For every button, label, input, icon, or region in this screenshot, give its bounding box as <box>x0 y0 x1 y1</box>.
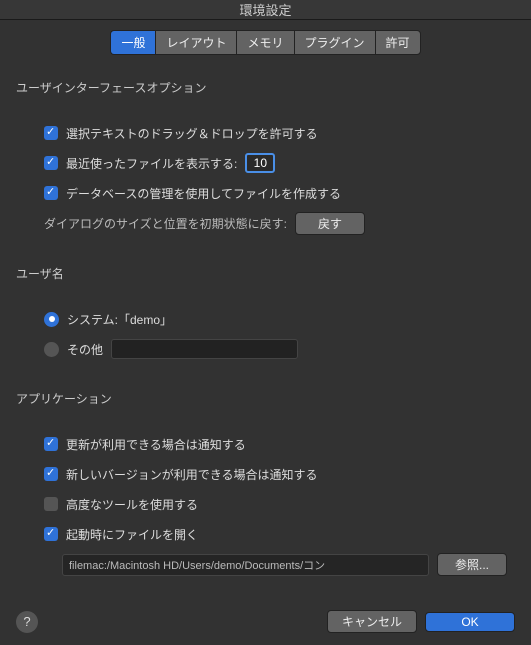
tab-plugin[interactable]: プラグイン <box>294 30 375 55</box>
input-other-user[interactable] <box>111 339 298 359</box>
label-other-user: その他 <box>67 341 103 358</box>
checkbox-db-manage[interactable] <box>44 186 58 200</box>
section-ui-title: ユーザインターフェースオプション <box>16 79 519 96</box>
label-system-user: システム:「demo」 <box>67 311 172 328</box>
checkbox-open-on-start[interactable] <box>44 527 58 541</box>
cancel-button[interactable]: キャンセル <box>327 610 417 633</box>
label-new-version: 新しいバージョンが利用できる場合は通知する <box>66 466 318 483</box>
checkbox-advanced-tools[interactable] <box>44 497 58 511</box>
label-drag-drop: 選択テキストのドラッグ＆ドロップを許可する <box>66 125 318 142</box>
label-db-manage: データベースの管理を使用してファイルを作成する <box>66 185 341 202</box>
tab-permission[interactable]: 許可 <box>375 30 421 55</box>
reset-button[interactable]: 戻す <box>295 212 365 235</box>
label-open-on-start: 起動時にファイルを開く <box>66 526 198 543</box>
help-button[interactable]: ? <box>16 611 38 633</box>
checkbox-drag-drop[interactable] <box>44 126 58 140</box>
label-advanced-tools: 高度なツールを使用する <box>66 496 198 513</box>
tab-layout[interactable]: レイアウト <box>155 30 236 55</box>
radio-other[interactable] <box>44 342 59 357</box>
ok-button[interactable]: OK <box>425 612 515 632</box>
section-app-title: アプリケーション <box>16 390 519 407</box>
section-user-title: ユーザ名 <box>16 265 519 282</box>
tab-bar: 一般 レイアウト メモリ プラグイン 許可 <box>12 30 519 55</box>
input-recent-count[interactable] <box>245 153 275 173</box>
tab-general[interactable]: 一般 <box>110 30 155 55</box>
label-update-notify: 更新が利用できる場合は通知する <box>66 436 246 453</box>
browse-button[interactable]: 参照... <box>437 553 507 576</box>
checkbox-recent-files[interactable] <box>44 156 58 170</box>
label-reset-dialogs: ダイアログのサイズと位置を初期状態に戻す: <box>44 215 287 232</box>
label-recent-files: 最近使ったファイルを表示する: <box>66 155 237 172</box>
window-title: 環境設定 <box>0 0 531 20</box>
tab-memory[interactable]: メモリ <box>236 30 293 55</box>
input-startup-path[interactable]: filemac:/Macintosh HD/Users/demo/Documen… <box>62 554 429 576</box>
checkbox-update-notify[interactable] <box>44 437 58 451</box>
radio-system[interactable] <box>44 312 59 327</box>
checkbox-new-version[interactable] <box>44 467 58 481</box>
